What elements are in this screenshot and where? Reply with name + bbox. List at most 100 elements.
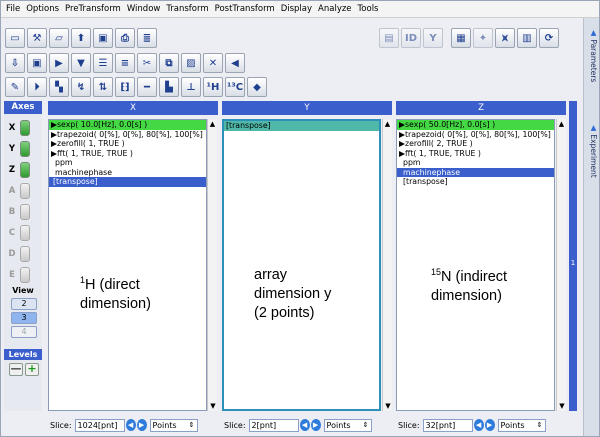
notes-button[interactable]: ≣ xyxy=(137,28,157,48)
menu-tools[interactable]: Tools xyxy=(358,4,379,14)
scroll-up-icon[interactable]: ▲ xyxy=(208,119,217,129)
scrollbar-y[interactable]: ▲ ▼ xyxy=(382,119,392,411)
scroll-down-icon[interactable]: ▼ xyxy=(208,401,218,411)
matrix-button[interactable]: ⁅⁆ xyxy=(115,77,135,97)
prev-slice-icon[interactable]: ◀ xyxy=(125,419,136,431)
align-button[interactable]: ≡ xyxy=(115,53,135,73)
next-slice-icon[interactable]: ▶ xyxy=(484,419,495,431)
map-button[interactable]: ▦ xyxy=(451,28,471,48)
unit-select[interactable]: Points ⇕ xyxy=(497,418,546,432)
load-button[interactable]: ⬆ xyxy=(71,28,91,48)
edit-button[interactable]: ✎ xyxy=(5,77,25,97)
axis-toggle[interactable] xyxy=(20,225,30,241)
bar-chart-button[interactable]: ▙ xyxy=(159,77,179,97)
axis-row-b[interactable]: B xyxy=(4,203,42,221)
axis-toggle[interactable] xyxy=(20,141,30,157)
axis-toggle[interactable] xyxy=(20,120,30,136)
menu-analyze[interactable]: Analyze xyxy=(318,4,352,14)
open-folder-button[interactable]: ▭ xyxy=(5,28,25,48)
prev-slice-icon[interactable]: ◀ xyxy=(473,419,484,431)
copy-button[interactable]: ⧉ xyxy=(159,53,179,73)
scrollbar-z[interactable]: ▲ ▼ xyxy=(556,119,566,411)
axis-row-e[interactable]: E xyxy=(4,266,42,284)
axis-row-y[interactable]: Y xyxy=(4,140,42,158)
next-slice-icon[interactable]: ▶ xyxy=(136,419,147,431)
unit-select[interactable]: Points ⇕ xyxy=(323,418,372,432)
command-trapezoid[interactable]: ▶trapezoid( 0[%], 0[%], 80[%], 100[%] ) xyxy=(397,130,554,140)
stack-button[interactable]: ▤ xyxy=(379,28,399,48)
save-button[interactable]: ▣ xyxy=(93,28,113,48)
axis-toggle[interactable] xyxy=(20,267,30,283)
open-file-button[interactable]: ▱ xyxy=(49,28,69,48)
fill-button[interactable]: ◆ xyxy=(247,77,267,97)
histogram-button[interactable]: ⊥ xyxy=(181,77,201,97)
print-button[interactable]: ⎙ xyxy=(115,28,135,48)
next-slice-icon[interactable]: ▶ xyxy=(310,419,321,431)
scroll-down-icon[interactable]: ▼ xyxy=(383,401,393,411)
scroll-up-icon[interactable]: ▲ xyxy=(557,119,566,129)
command-sexp[interactable]: ▶sexp( 10.0[Hz], 0.0[s] ) xyxy=(49,120,206,130)
run-button[interactable]: ⏵ xyxy=(27,77,47,97)
menu-display[interactable]: Display xyxy=(281,4,312,14)
levels-plus-button[interactable]: + xyxy=(25,363,39,376)
command-fft[interactable]: ▶fft( 1, TRUE, TRUE ) xyxy=(397,149,554,159)
import-button[interactable]: ⇩ xyxy=(5,53,25,73)
y-axis-button[interactable]: Y xyxy=(423,28,443,48)
axis-row-z[interactable]: Z xyxy=(4,161,42,179)
axis-row-d[interactable]: D xyxy=(4,245,42,263)
slice-input[interactable]: 1024[pnt] xyxy=(74,418,125,432)
back-button[interactable]: ◀ xyxy=(225,53,245,73)
axis-row-x[interactable]: X xyxy=(4,119,42,137)
command-ppm[interactable]: ppm xyxy=(49,158,206,168)
command-trapezoid[interactable]: ▶trapezoid( 0[%], 0[%], 80[%], 100[%] ) xyxy=(49,130,206,140)
tab-experiment[interactable]: ▲ Experiment xyxy=(586,123,598,178)
view-4d-button[interactable]: 4 xyxy=(11,326,37,338)
phase-button[interactable]: ↯ xyxy=(71,77,91,97)
spectrum-button[interactable]: ⩙ xyxy=(495,28,515,48)
command-transpose[interactable]: [transpose] xyxy=(397,177,554,187)
command-transpose[interactable]: [transpose] xyxy=(49,177,206,187)
save-as-button[interactable]: ▣ xyxy=(27,53,47,73)
axis-row-a[interactable]: A xyxy=(4,182,42,200)
proton-button[interactable]: ¹H xyxy=(203,77,223,97)
view-2d-button[interactable]: 2 xyxy=(11,298,37,310)
delete-button[interactable]: ✕ xyxy=(203,53,223,73)
command-list-y[interactable]: [transpose] xyxy=(222,119,381,411)
command-ppm[interactable]: ppm xyxy=(397,158,554,168)
axis-toggle[interactable] xyxy=(20,246,30,262)
ruler-button[interactable]: ━ xyxy=(137,77,157,97)
command-fft[interactable]: ▶fft( 1, TRUE, TRUE ) xyxy=(49,149,206,159)
menu-file[interactable]: File xyxy=(6,4,20,14)
id-button[interactable]: ID xyxy=(401,28,421,48)
command-zerofill[interactable]: ▶zerofill( 2, TRUE ) xyxy=(397,139,554,149)
play-button[interactable]: ▶ xyxy=(49,53,69,73)
cut-button[interactable]: ✂ xyxy=(137,53,157,73)
menu-window[interactable]: Window xyxy=(127,4,161,14)
scroll-up-icon[interactable]: ▲ xyxy=(383,119,392,129)
slice-input[interactable]: 2[pnt] xyxy=(248,418,299,432)
axis-toggle[interactable] xyxy=(20,183,30,199)
menu-transform[interactable]: Transform xyxy=(166,4,208,14)
peak-pick-button[interactable]: ✦ xyxy=(473,28,493,48)
command-machinephase[interactable]: machinephase xyxy=(397,167,554,177)
table-button[interactable]: ▥ xyxy=(517,28,537,48)
command-list-x[interactable]: ▶sexp( 10.0[Hz], 0.0[s] ) ▶trapezoid( 0[… xyxy=(48,119,207,411)
axis-toggle[interactable] xyxy=(20,162,30,178)
scrollbar-x[interactable]: ▲ ▼ xyxy=(207,119,217,411)
slice-input[interactable]: 32[pnt] xyxy=(422,418,473,432)
axis-toggle[interactable] xyxy=(20,204,30,220)
carbon-button[interactable]: ¹³C xyxy=(225,77,245,97)
axis-row-c[interactable]: C xyxy=(4,224,42,242)
paste-button[interactable]: ▨ xyxy=(181,53,201,73)
menu-pretransform[interactable]: PreTransform xyxy=(65,4,121,14)
prev-slice-icon[interactable]: ◀ xyxy=(299,419,310,431)
list-button[interactable]: ☰ xyxy=(93,53,113,73)
menu-options[interactable]: Options xyxy=(26,4,59,14)
dropdown-button[interactable]: ▼ xyxy=(71,53,91,73)
unit-select[interactable]: Points ⇕ xyxy=(149,418,198,432)
command-sexp[interactable]: ▶sexp( 50.0[Hz], 0.0[s] ) xyxy=(397,120,554,130)
refresh-button[interactable]: ⟳ xyxy=(539,28,559,48)
tools-button[interactable]: ⚒ xyxy=(27,28,47,48)
view-3d-button[interactable]: 3 xyxy=(11,312,37,324)
command-zerofill[interactable]: ▶zerofill( 1, TRUE ) xyxy=(49,139,206,149)
